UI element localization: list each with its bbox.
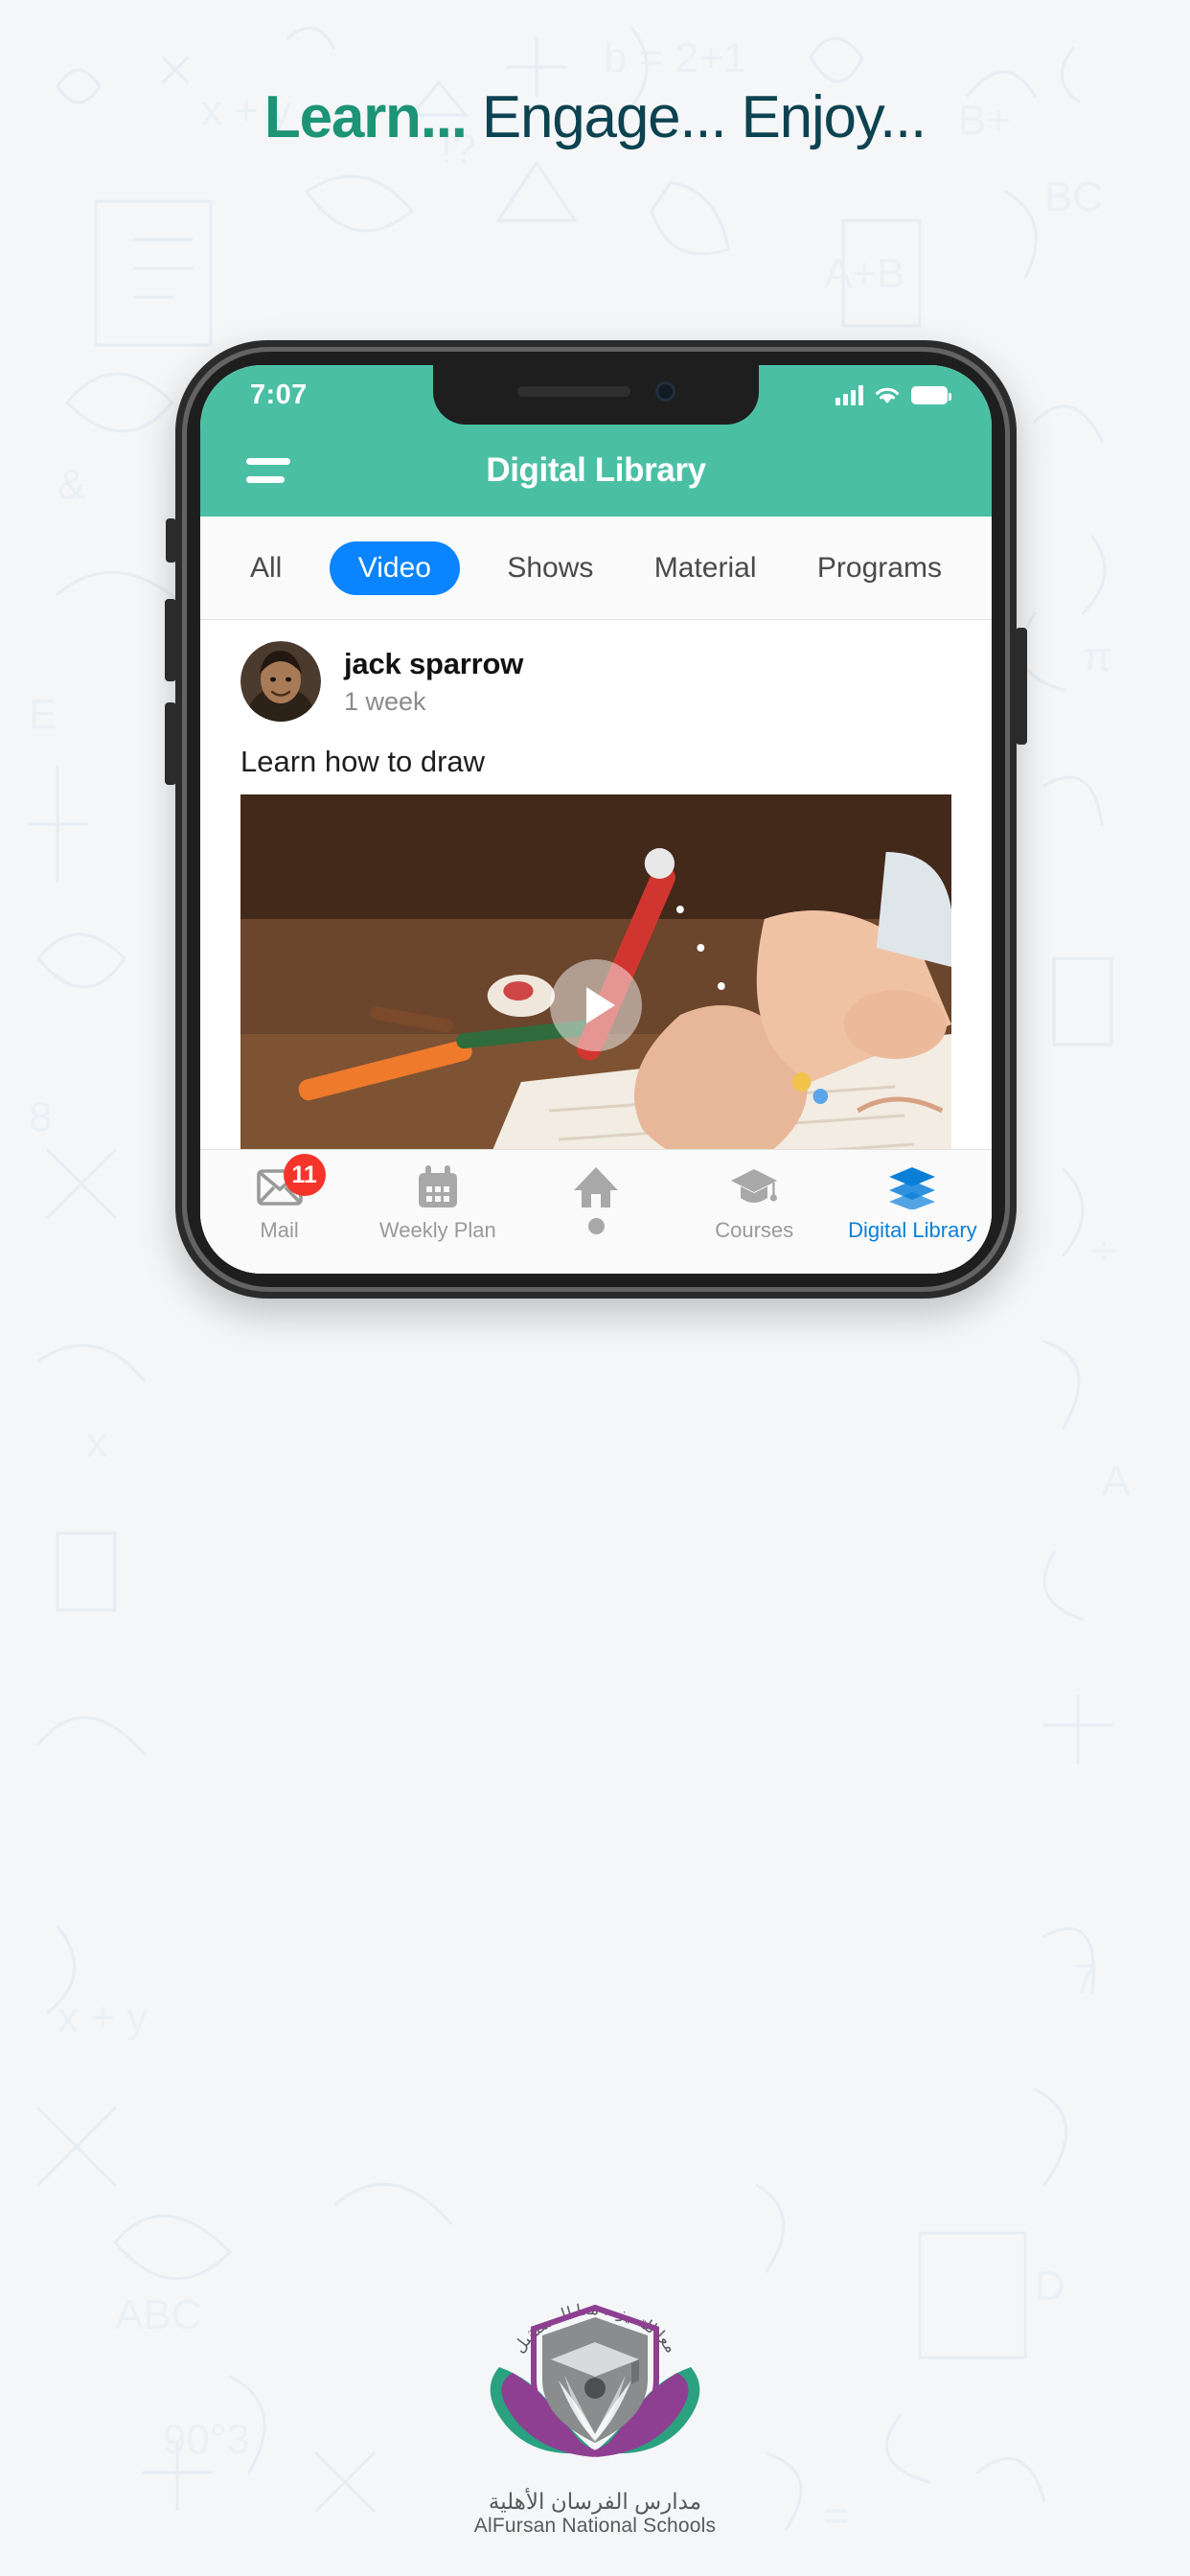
app-header: Digital Library bbox=[200, 425, 992, 517]
svg-text:÷: ÷ bbox=[1092, 1228, 1115, 1275]
tab-material[interactable]: Material bbox=[641, 543, 770, 593]
phone-notch bbox=[433, 365, 759, 425]
svg-text:BC: BC bbox=[1044, 173, 1103, 220]
books-stack-icon bbox=[889, 1167, 936, 1209]
logo-name-english: AlFursan National Schools bbox=[473, 2515, 717, 2537]
tab-programs[interactable]: Programs bbox=[804, 543, 955, 593]
footer-logo: معا للتميز .. معا للمستقبل مدارس الفرسان… bbox=[451, 2279, 739, 2538]
svg-text:8: 8 bbox=[29, 1093, 52, 1140]
calendar-icon-wrap bbox=[417, 1163, 459, 1211]
phone-screen: 7:07 Digital Library All Video Shows Mat… bbox=[200, 365, 992, 1274]
nav-label-digital-library: Digital Library bbox=[848, 1218, 977, 1242]
mail-badge: 11 bbox=[283, 1154, 326, 1196]
logo-name-arabic: مدارس الفرسان الأهلية bbox=[488, 2489, 702, 2514]
user-avatar bbox=[240, 641, 321, 722]
home-icon-wrap bbox=[572, 1163, 620, 1211]
nav-label-mail: Mail bbox=[260, 1218, 299, 1242]
svg-text:90°3: 90°3 bbox=[163, 2416, 250, 2463]
svg-text:A: A bbox=[1102, 1458, 1131, 1505]
power-button[interactable] bbox=[1016, 628, 1027, 745]
volume-down-button[interactable] bbox=[165, 702, 176, 785]
svg-text:x: x bbox=[86, 1419, 107, 1466]
nav-label-courses: Courses bbox=[715, 1218, 794, 1242]
phone-mockup: 7:07 Digital Library All Video Shows Mat… bbox=[165, 340, 1027, 1299]
headline-engage: Engage... bbox=[481, 84, 727, 150]
page-title: Digital Library bbox=[486, 451, 706, 489]
svg-text:x + y: x + y bbox=[57, 1994, 148, 2041]
category-tabs: All Video Shows Material Programs bbox=[200, 517, 992, 620]
hamburger-menu-icon[interactable] bbox=[246, 458, 290, 483]
earpiece-speaker-icon bbox=[516, 385, 630, 397]
nav-item-digital-library[interactable]: Digital Library bbox=[834, 1163, 992, 1243]
nav-item-courses[interactable]: Courses bbox=[675, 1163, 834, 1243]
home-active-dot bbox=[587, 1218, 605, 1234]
post-meta: jack sparrow 1 week bbox=[344, 647, 523, 717]
front-camera-icon bbox=[654, 380, 675, 402]
svg-text:7: 7 bbox=[1073, 1956, 1096, 2003]
post-text: Learn how to draw bbox=[240, 745, 486, 778]
alfursan-shield-logo: معا للتميز .. معا للمستقبل bbox=[490, 2300, 700, 2457]
post-author: jack sparrow bbox=[344, 646, 524, 680]
post-time: 1 week bbox=[344, 686, 426, 716]
graduation-cap-icon bbox=[731, 1169, 778, 1203]
feed-list[interactable]: jack sparrow 1 week Learn how to draw 11… bbox=[200, 620, 992, 1274]
tab-all[interactable]: All bbox=[237, 543, 295, 593]
svg-text:π: π bbox=[1083, 633, 1111, 680]
svg-text:ABC: ABC bbox=[115, 2291, 201, 2338]
svg-text:E: E bbox=[29, 691, 57, 738]
nav-item-home[interactable] bbox=[516, 1163, 675, 1241]
tab-shows[interactable]: Shows bbox=[493, 543, 606, 593]
bottom-navigation: 11 Mail Weekly Plan Courses Digital Libr… bbox=[200, 1149, 992, 1274]
page-headline: Learn... Engage... Enjoy... bbox=[0, 88, 1190, 148]
svg-text:&: & bbox=[57, 461, 85, 508]
books-stack-icon-wrap bbox=[887, 1163, 937, 1211]
nav-label-weekly-plan: Weekly Plan bbox=[378, 1218, 496, 1242]
home-icon bbox=[574, 1167, 618, 1208]
volume-up-button[interactable] bbox=[165, 599, 176, 681]
svg-text:=: = bbox=[824, 2493, 849, 2540]
calendar-icon bbox=[418, 1165, 457, 1208]
status-time: 7:07 bbox=[250, 379, 308, 410]
nav-item-weekly-plan[interactable]: Weekly Plan bbox=[358, 1163, 516, 1243]
wifi-icon bbox=[876, 387, 899, 403]
svg-text:D: D bbox=[1035, 2263, 1065, 2310]
graduation-cap-icon-wrap bbox=[729, 1163, 779, 1211]
status-icons bbox=[835, 384, 951, 405]
signal-bars-icon bbox=[835, 384, 863, 405]
battery-full-icon bbox=[911, 385, 951, 404]
svg-text:b = 2+1: b = 2+1 bbox=[604, 34, 746, 81]
headline-enjoy: Enjoy... bbox=[741, 84, 927, 150]
post-header: jack sparrow 1 week bbox=[200, 620, 992, 727]
play-icon[interactable] bbox=[550, 959, 642, 1051]
tab-video[interactable]: Video bbox=[329, 540, 460, 595]
nav-item-mail[interactable]: 11 Mail bbox=[200, 1154, 358, 1243]
avatar[interactable] bbox=[240, 641, 321, 722]
mail-icon-wrap: 11 bbox=[256, 1154, 326, 1211]
mute-switch-button[interactable] bbox=[166, 518, 176, 563]
svg-text:A+B: A+B bbox=[824, 250, 904, 297]
headline-learn: Learn... bbox=[263, 84, 468, 150]
